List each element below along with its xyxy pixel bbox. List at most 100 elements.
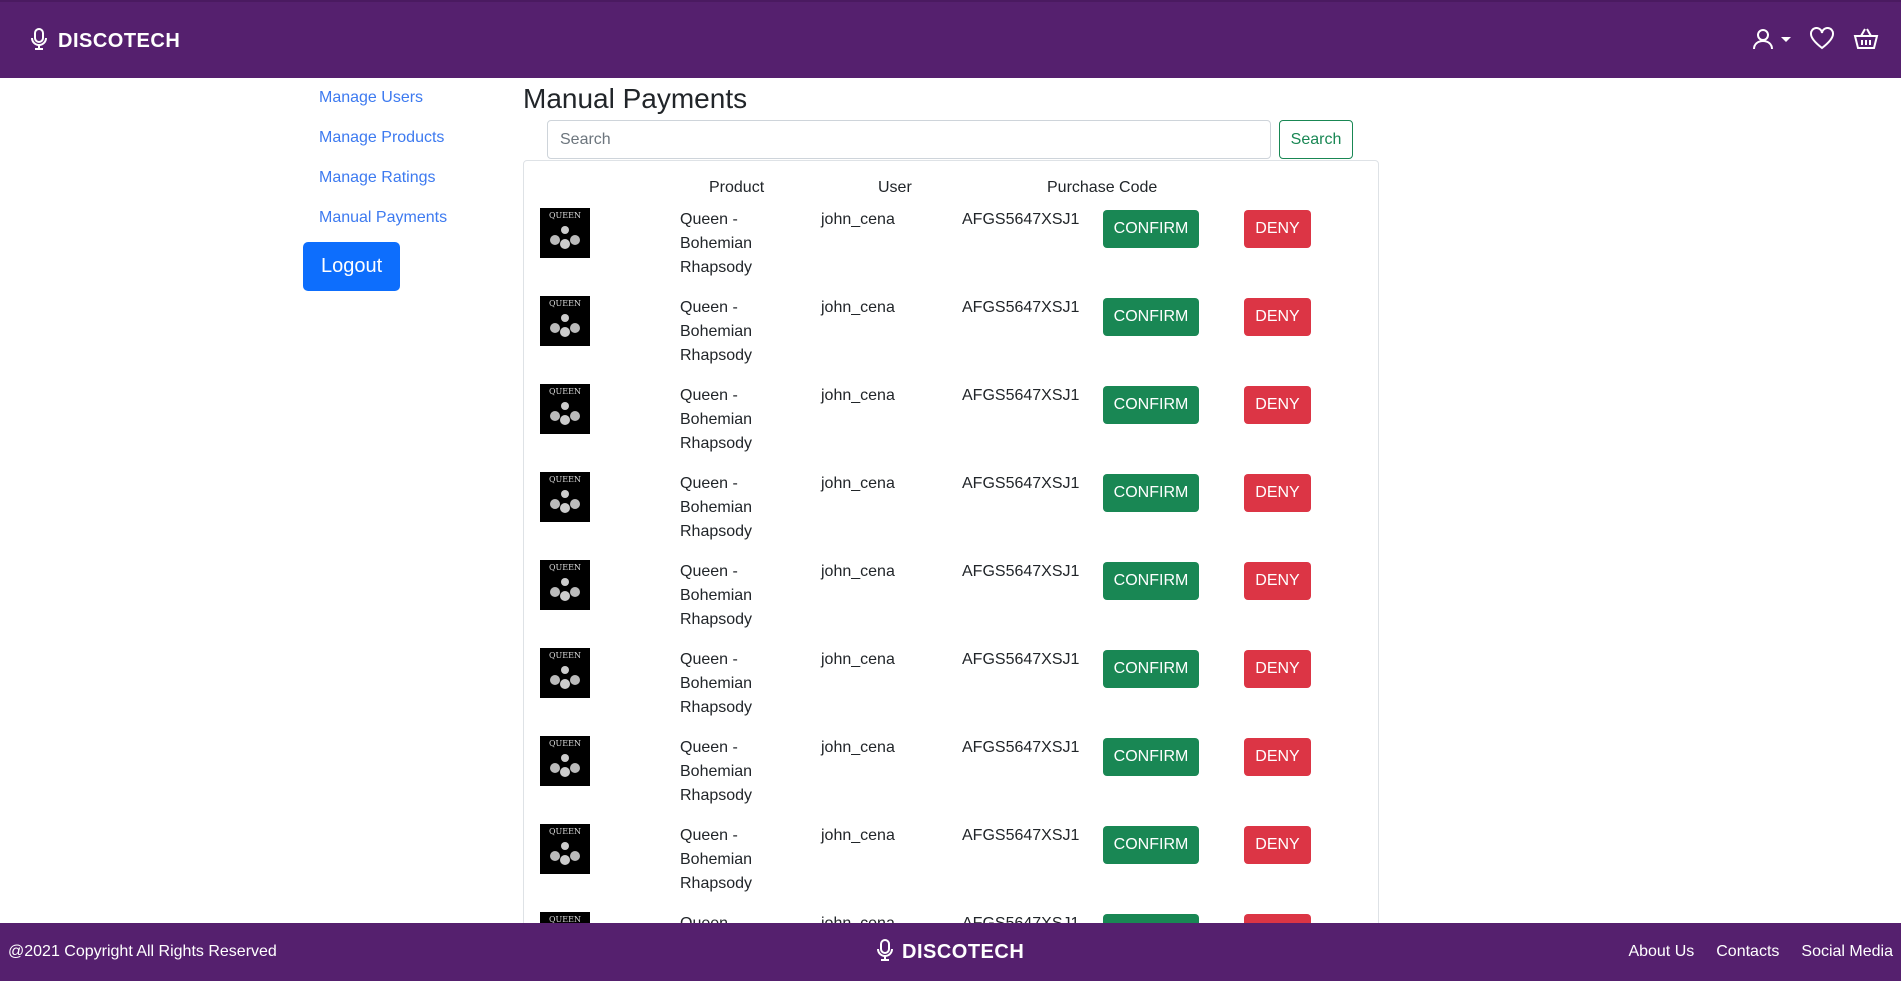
deny-button[interactable]: DENY [1244, 826, 1311, 864]
deny-button[interactable]: DENY [1244, 298, 1311, 336]
table-row: QUEEN Queen - Bohemian Rhapsody john_cena A… [524, 824, 1378, 912]
sidebar-item-manual-payments[interactable]: Manual Payments [303, 198, 503, 238]
column-header-product: Product [709, 179, 765, 196]
user-name: john_cena [821, 739, 895, 756]
table-row: QUEEN Queen - Bohemian Rhapsody john_cena A… [524, 208, 1378, 296]
search-input[interactable] [547, 120, 1271, 159]
purchase-code: AFGS5647XSJ1 [962, 563, 1080, 580]
user-name: john_cena [821, 299, 895, 316]
album-cover-text: QUEEN [549, 387, 581, 396]
confirm-button[interactable]: CONFIRM [1103, 562, 1199, 600]
footer-link-social-media[interactable]: Social Media [1801, 943, 1893, 961]
chevron-down-icon [1781, 36, 1791, 42]
footer-brand-logo[interactable]: DISCOTECH [876, 923, 1024, 981]
product-name: Queen - Bohemian Rhapsody [680, 475, 753, 540]
table-row: QUEEN Queen - Bohemian Rhapsody john_cena A… [524, 472, 1378, 560]
album-cover-text: QUEEN [549, 827, 581, 836]
album-cover-image: QUEEN [540, 824, 590, 874]
page-title: Manual Payments [523, 83, 748, 114]
user-name: john_cena [821, 387, 895, 404]
confirm-button[interactable]: CONFIRM [1103, 210, 1199, 248]
product-name: Queen - Bohemian Rhapsody [680, 299, 753, 364]
purchase-code: AFGS5647XSJ1 [962, 739, 1080, 756]
album-cover-text: QUEEN [549, 739, 581, 748]
confirm-button[interactable]: CONFIRM [1103, 826, 1199, 864]
wishlist-button[interactable] [1809, 26, 1835, 56]
deny-button[interactable]: DENY [1244, 738, 1311, 776]
header-actions [1751, 2, 1879, 80]
album-cover-image: QUEEN [540, 560, 590, 610]
microphone-icon [876, 938, 894, 967]
purchase-code: AFGS5647XSJ1 [962, 827, 1080, 844]
top-navbar: DISCOTECH [0, 0, 1901, 78]
album-cover-image: QUEEN [540, 648, 590, 698]
user-menu-button[interactable] [1751, 27, 1791, 56]
footer-link-about-us[interactable]: About Us [1628, 943, 1694, 961]
user-icon [1751, 27, 1775, 56]
product-name: Queen - Bohemian Rhapsody [680, 211, 753, 276]
user-name: john_cena [821, 827, 895, 844]
brand-logo[interactable]: DISCOTECH [30, 2, 180, 80]
basket-icon [1853, 27, 1879, 56]
album-cover-text: QUEEN [549, 651, 581, 660]
cart-button[interactable] [1853, 27, 1879, 56]
purchase-code: AFGS5647XSJ1 [962, 475, 1080, 492]
album-cover-text: QUEEN [549, 211, 581, 220]
deny-button[interactable]: DENY [1244, 210, 1311, 248]
confirm-button[interactable]: CONFIRM [1103, 474, 1199, 512]
deny-button[interactable]: DENY [1244, 650, 1311, 688]
album-cover-text: QUEEN [549, 563, 581, 572]
album-cover-image: QUEEN [540, 736, 590, 786]
confirm-button[interactable]: CONFIRM [1103, 650, 1199, 688]
table-row: QUEEN Queen - Bohemian Rhapsody john_cena A… [524, 560, 1378, 648]
payments-table: Product User Purchase Code QUEEN Queen - … [523, 160, 1379, 930]
user-name: john_cena [821, 563, 895, 580]
album-cover-image: QUEEN [540, 472, 590, 522]
album-cover-image: QUEEN [540, 208, 590, 258]
album-cover-text: QUEEN [549, 475, 581, 484]
table-header: Product User Purchase Code [524, 179, 1378, 203]
deny-button[interactable]: DENY [1244, 386, 1311, 424]
sidebar-item-manage-products[interactable]: Manage Products [303, 118, 503, 158]
table-row: QUEEN Queen - Bohemian Rhapsody john_cena A… [524, 384, 1378, 472]
heart-icon [1809, 26, 1835, 56]
sidebar-item-manage-ratings[interactable]: Manage Ratings [303, 158, 503, 198]
product-name: Queen - Bohemian Rhapsody [680, 387, 753, 452]
user-name: john_cena [821, 475, 895, 492]
admin-sidebar: Manage Users Manage Products Manage Rati… [303, 78, 503, 291]
purchase-code: AFGS5647XSJ1 [962, 299, 1080, 316]
microphone-icon [30, 27, 48, 56]
sidebar-item-manage-users[interactable]: Manage Users [303, 78, 503, 118]
column-header-user: User [878, 179, 912, 196]
album-cover-image: QUEEN [540, 296, 590, 346]
confirm-button[interactable]: CONFIRM [1103, 386, 1199, 424]
confirm-button[interactable]: CONFIRM [1103, 738, 1199, 776]
main-content: Manual Payments Search Product User Purc… [523, 78, 1379, 930]
search-button[interactable]: Search [1279, 120, 1353, 159]
album-cover-text: QUEEN [549, 299, 581, 308]
column-header-purchase-code: Purchase Code [1047, 179, 1158, 196]
purchase-code: AFGS5647XSJ1 [962, 211, 1080, 228]
product-name: Queen - Bohemian Rhapsody [680, 827, 753, 892]
deny-button[interactable]: DENY [1244, 474, 1311, 512]
product-name: Queen - Bohemian Rhapsody [680, 739, 753, 804]
table-body: QUEEN Queen - Bohemian Rhapsody john_cena A… [524, 208, 1378, 929]
table-row: QUEEN Queen - Bohemian Rhapsody john_cena A… [524, 296, 1378, 384]
album-cover-image: QUEEN [540, 384, 590, 434]
table-row: QUEEN Queen - Bohemian Rhapsody john_cena A… [524, 648, 1378, 736]
confirm-button[interactable]: CONFIRM [1103, 298, 1199, 336]
footer-link-contacts[interactable]: Contacts [1716, 943, 1779, 961]
deny-button[interactable]: DENY [1244, 562, 1311, 600]
copyright-text: @2021 Copyright All Rights Reserved [8, 943, 277, 960]
purchase-code: AFGS5647XSJ1 [962, 387, 1080, 404]
footer-links: About Us Contacts Social Media [1628, 923, 1893, 981]
logout-button[interactable]: Logout [303, 242, 401, 291]
table-row: QUEEN Queen - Bohemian Rhapsody john_cena A… [524, 736, 1378, 824]
brand-name: DISCOTECH [58, 29, 181, 52]
purchase-code: AFGS5647XSJ1 [962, 651, 1080, 668]
user-name: john_cena [821, 211, 895, 228]
product-name: Queen - Bohemian Rhapsody [680, 563, 753, 628]
footer: @2021 Copyright All Rights Reserved DISC… [0, 923, 1901, 981]
search-bar: Search [547, 120, 1379, 159]
product-name: Queen - Bohemian Rhapsody [680, 651, 753, 716]
